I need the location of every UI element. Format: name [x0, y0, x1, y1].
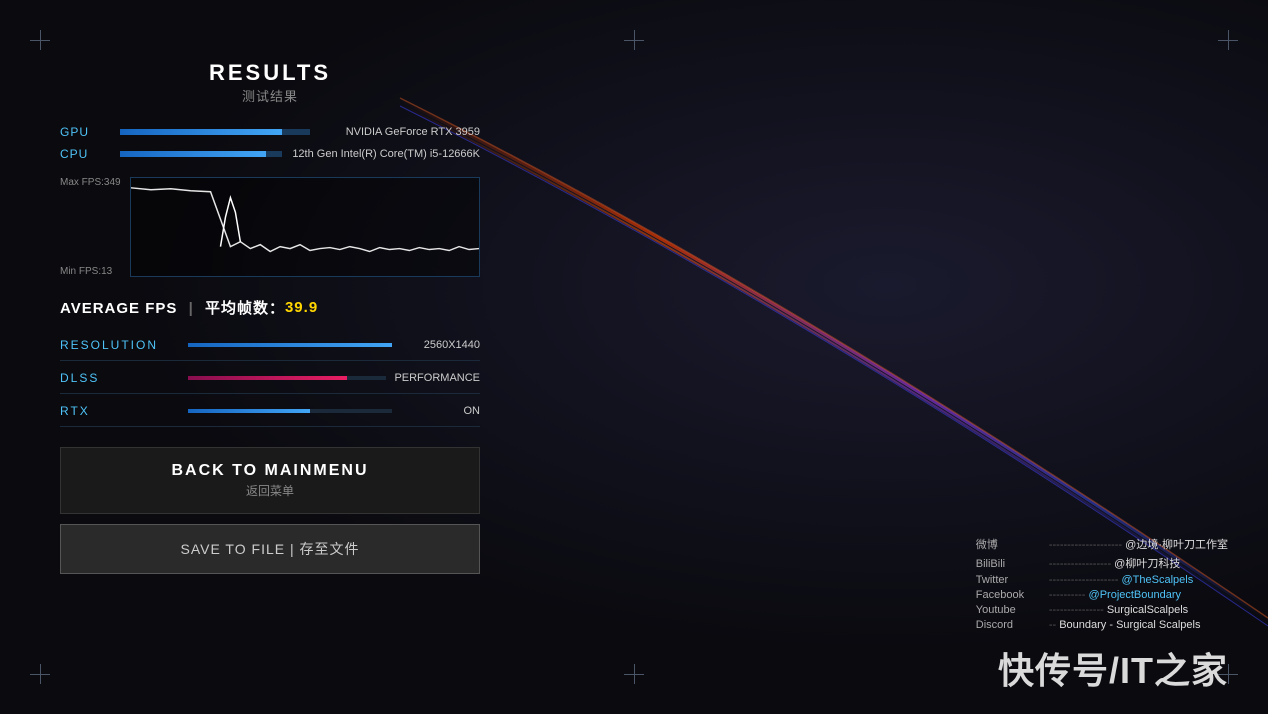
min-fps-label: Min FPS:13	[60, 266, 121, 277]
dlss-value: PERFORMANCE	[394, 372, 480, 384]
weibo-platform: 微博	[976, 536, 1046, 552]
rtx-bar	[188, 409, 392, 413]
fps-graph-svg	[131, 178, 479, 276]
resolution-bar-fill	[188, 343, 392, 347]
social-discord: Discord -- Boundary - Surgical Scalpels	[976, 619, 1228, 631]
social-facebook: Facebook ---------- @ProjectBoundary	[976, 589, 1228, 601]
youtube-platform: Youtube	[976, 604, 1046, 616]
btn-back-main-text: BACK TO MAINMENU	[171, 462, 368, 480]
weibo-divider: --------------------	[1049, 539, 1122, 551]
save-to-file-button[interactable]: SAVE TO FILE | 存至文件	[60, 524, 480, 574]
twitter-handle: @TheScalpels	[1122, 574, 1194, 586]
bilibili-platform: BiliBili	[976, 558, 1046, 570]
graph-labels: Max FPS:349 Min FPS:13	[60, 177, 121, 277]
cpu-bar	[120, 151, 282, 157]
youtube-divider: ---------------	[1049, 604, 1104, 616]
cpu-value: 12th Gen Intel(R) Core(TM) i5-12666K	[292, 148, 480, 160]
btn-back-sub-text: 返回菜单	[246, 482, 294, 499]
dlss-label: DLSS	[60, 371, 180, 385]
twitter-platform: Twitter	[976, 574, 1046, 586]
discord-divider: --	[1049, 619, 1056, 631]
cpu-row: CPU 12th Gen Intel(R) Core(TM) i5-12666K	[60, 147, 480, 161]
fps-graph-container	[130, 177, 480, 277]
bilibili-handle: @柳叶刀科技	[1114, 558, 1180, 570]
facebook-handle: @ProjectBoundary	[1089, 589, 1182, 601]
youtube-handle: SurgicalScalpels	[1107, 604, 1188, 616]
rtx-label: RTX	[60, 404, 180, 418]
weibo-handle: @边境·柳叶刀工作室	[1125, 539, 1228, 551]
btn-save-text: SAVE TO FILE | 存至文件	[180, 539, 359, 559]
fps-graph-section: Max FPS:349 Min FPS:13	[60, 177, 480, 277]
cpu-label: CPU	[60, 147, 110, 161]
crosshair-top-left	[30, 30, 50, 50]
resolution-row: RESOLUTION 2560X1440	[60, 338, 480, 361]
crosshair-bottom-mid	[624, 664, 644, 684]
max-fps-label: Max FPS:349	[60, 177, 121, 188]
gpu-value: NVIDIA GeForce RTX 3959	[320, 126, 480, 138]
bilibili-divider: -----------------	[1049, 558, 1111, 570]
facebook-platform: Facebook	[976, 589, 1046, 601]
avg-fps-row: AVERAGE FPS | 平均帧数： 39.9	[60, 297, 480, 318]
results-title: RESULTS 测试结果	[60, 60, 480, 105]
avg-fps-value: 39.9	[285, 299, 318, 316]
watermark: 快传号/IT之家	[998, 642, 1228, 694]
social-youtube: Youtube --------------- SurgicalScalpels	[976, 604, 1228, 616]
resolution-value: 2560X1440	[400, 339, 480, 351]
cpu-bar-fill	[120, 151, 266, 157]
back-to-mainmenu-button[interactable]: BACK TO MAINMENU 返回菜单	[60, 447, 480, 514]
dlss-bar-fill	[188, 376, 347, 380]
results-title-main: RESULTS	[60, 60, 480, 86]
gpu-row: GPU NVIDIA GeForce RTX 3959	[60, 125, 480, 139]
rtx-value: ON	[400, 405, 480, 417]
facebook-divider: ----------	[1049, 589, 1086, 601]
social-weibo: 微博 -------------------- @边境·柳叶刀工作室	[976, 536, 1228, 552]
rtx-row: RTX ON	[60, 404, 480, 427]
crosshair-bottom-left	[30, 664, 50, 684]
resolution-label: RESOLUTION	[60, 338, 180, 352]
rtx-bar-fill	[188, 409, 310, 413]
crosshair-top-right	[1218, 30, 1238, 50]
gpu-bar	[120, 129, 310, 135]
discord-handle: Boundary - Surgical Scalpels	[1059, 619, 1200, 631]
results-title-sub: 测试结果	[60, 86, 480, 105]
gpu-label: GPU	[60, 125, 110, 139]
dlss-row: DLSS PERFORMANCE	[60, 371, 480, 394]
dlss-bar	[188, 376, 386, 380]
avg-fps-label: AVERAGE FPS | 平均帧数：	[60, 297, 285, 318]
gpu-bar-fill	[120, 129, 282, 135]
social-bilibili: BiliBili ----------------- @柳叶刀科技	[976, 555, 1228, 571]
discord-platform: Discord	[976, 619, 1046, 631]
crosshair-top-mid	[624, 30, 644, 50]
resolution-bar	[188, 343, 392, 347]
results-panel: RESULTS 测试结果 GPU NVIDIA GeForce RTX 3959…	[60, 60, 480, 574]
social-twitter: Twitter ------------------- @TheScalpels	[976, 574, 1228, 586]
twitter-divider: -------------------	[1049, 574, 1119, 586]
social-panel: 微博 -------------------- @边境·柳叶刀工作室 BiliB…	[976, 536, 1228, 634]
